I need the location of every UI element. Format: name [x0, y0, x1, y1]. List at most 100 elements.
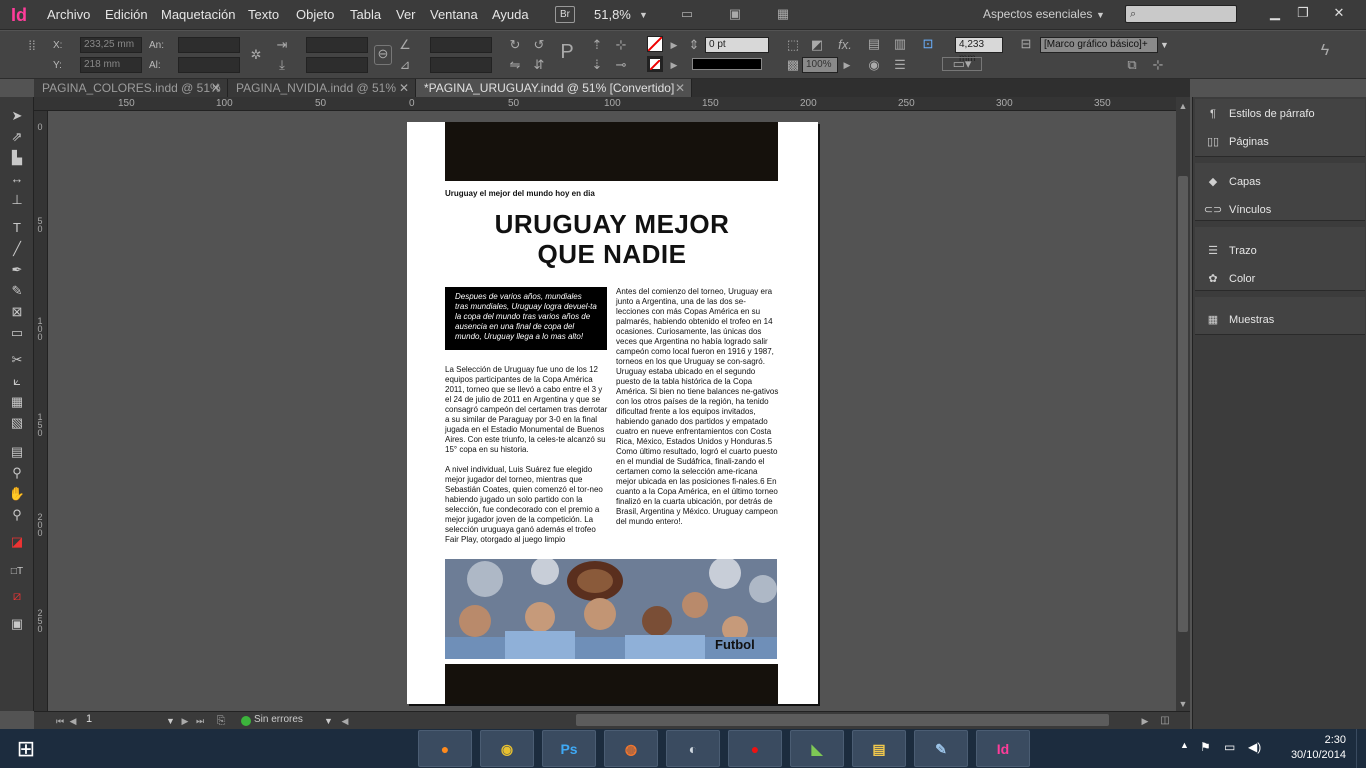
pencil-tool-icon[interactable]: ✎: [5, 282, 29, 300]
transform-gear-icon[interactable]: ✲: [248, 47, 264, 63]
page-number-field[interactable]: 1: [84, 713, 176, 727]
frame-style-dropdown-icon[interactable]: ▼: [1160, 40, 1169, 50]
panel-paragraph-styles[interactable]: ¶ Estilos de párrafo: [1203, 104, 1315, 124]
paint-icon[interactable]: ✎: [914, 730, 968, 767]
rotate-field[interactable]: [430, 37, 492, 53]
x-field[interactable]: 233,25 mm: [80, 37, 142, 53]
network-icon[interactable]: ▭: [1224, 740, 1235, 754]
stroke-weight-spinner[interactable]: ⇕: [688, 37, 700, 53]
team-celebration-photo[interactable]: Futbol: [445, 559, 777, 659]
tab-pagina-colores[interactable]: PAGINA_COLORES.indd @ 51% ✕: [34, 79, 228, 97]
preflight-dropdown-icon[interactable]: ▼: [324, 716, 333, 726]
fill-dropdown-icon[interactable]: ▶: [668, 37, 680, 53]
constrain-proportions-icon[interactable]: ⊖: [374, 45, 392, 65]
panel-pages[interactable]: ▯▯ Páginas: [1203, 132, 1269, 152]
opacity-icon[interactable]: ▩: [786, 57, 800, 73]
close-icon[interactable]: ✕: [399, 79, 409, 97]
arrange-documents-icon[interactable]: ▦: [772, 6, 794, 22]
menu-edicion[interactable]: Edición: [105, 7, 148, 22]
panel-links[interactable]: ⊂⊃ Vínculos: [1203, 200, 1271, 220]
zoom-level[interactable]: 51,8%: [594, 7, 631, 22]
scroll-right-icon[interactable]: ▶: [1140, 713, 1150, 729]
lightning-icon[interactable]: ϟ: [1316, 43, 1334, 59]
select-prev-icon[interactable]: ⇣: [590, 57, 604, 73]
frame-style-icon[interactable]: ⊟: [1018, 36, 1034, 52]
footer-bar[interactable]: [445, 664, 778, 704]
line-tool-icon[interactable]: ╱: [5, 240, 29, 258]
menu-archivo[interactable]: Archivo: [47, 7, 90, 22]
tab-pagina-uruguay[interactable]: *PAGINA_URUGUAY.indd @ 51% [Convertido] ✕: [416, 79, 692, 97]
screen-mode-icon[interactable]: ▣: [724, 6, 746, 22]
last-page-icon[interactable]: ⏭: [194, 713, 206, 729]
y-field[interactable]: 218 mm: [80, 57, 142, 73]
header-bar[interactable]: [445, 122, 778, 181]
rotate-cw-icon[interactable]: ↻: [508, 37, 522, 53]
corner-shape-selector[interactable]: ▭▾: [942, 57, 982, 71]
start-button[interactable]: ⊞: [0, 729, 52, 768]
width-field[interactable]: [178, 37, 240, 53]
gradient-swatch-tool-icon[interactable]: ▦: [5, 393, 29, 411]
vertical-scroll-thumb[interactable]: [1178, 176, 1188, 632]
preflight-status[interactable]: Sin errores: [254, 714, 303, 725]
search-input[interactable]: ⌕: [1125, 5, 1237, 23]
workspace-dropdown-icon[interactable]: ▼: [1096, 10, 1105, 20]
zoom-dropdown-icon[interactable]: ▼: [639, 10, 648, 20]
gradient-feather-tool-icon[interactable]: ▧: [5, 414, 29, 432]
next-page-icon[interactable]: ▶: [180, 713, 190, 729]
volume-icon[interactable]: ◀): [1248, 740, 1261, 754]
headline-line-1[interactable]: URUGUAY MEJOR: [457, 209, 767, 239]
split-view-icon[interactable]: ◫: [1158, 713, 1172, 729]
panel-color[interactable]: ✿ Color: [1203, 269, 1255, 289]
gap-tool-icon[interactable]: ↔: [5, 170, 29, 188]
fill-swatch[interactable]: [647, 36, 663, 52]
steam-icon[interactable]: ◐: [666, 730, 720, 767]
center-content-icon[interactable]: ◉: [866, 57, 882, 73]
stroke-dropdown-icon[interactable]: ▶: [668, 57, 680, 73]
selection-tool-icon[interactable]: ➤: [5, 107, 29, 125]
close-icon[interactable]: ✕: [211, 79, 221, 97]
kicker-text[interactable]: Uruguay el mejor del mundo hoy en dia: [445, 189, 595, 198]
stroke-weight-field[interactable]: 0 pt: [705, 37, 769, 53]
headline-line-2[interactable]: QUE NADIE: [457, 239, 767, 269]
explorer-icon[interactable]: ▤: [852, 730, 906, 767]
restore-button[interactable]: ❐: [1289, 2, 1317, 24]
system-clock[interactable]: 2:30 30/10/2014: [1274, 733, 1346, 763]
scroll-up-icon[interactable]: ▲: [1178, 98, 1188, 114]
shear-icon[interactable]: ⊿: [398, 57, 412, 73]
select-container-icon[interactable]: ⇡: [590, 37, 604, 53]
menu-ver[interactable]: Ver: [396, 7, 416, 22]
direct-selection-tool-icon[interactable]: ⇗: [5, 128, 29, 146]
left-column[interactable]: La Selección de Uruguay fue uno de los 1…: [445, 365, 608, 555]
indesign-logo[interactable]: Id: [6, 3, 32, 27]
tray-arrow-icon[interactable]: ▲: [1180, 740, 1189, 750]
flag-icon[interactable]: ⚑: [1200, 740, 1211, 754]
screen-mode-tool-icon[interactable]: ▣: [5, 615, 29, 633]
record-icon[interactable]: ●: [728, 730, 782, 767]
scale-x-field[interactable]: [306, 37, 368, 53]
view-options-icon[interactable]: ▭: [676, 6, 698, 22]
document-page[interactable]: Uruguay el mejor del mundo hoy en dia UR…: [407, 122, 818, 704]
workspace-switcher[interactable]: Aspectos esenciales: [983, 7, 1092, 21]
first-page-icon[interactable]: ⏮: [54, 713, 66, 729]
scroll-left-icon[interactable]: ◀: [340, 713, 350, 729]
type-tool-icon[interactable]: T: [5, 219, 29, 237]
select-next-icon[interactable]: ⊸: [614, 57, 628, 73]
drop-shadow-icon[interactable]: ◩: [810, 37, 824, 53]
panel-layers[interactable]: ◆ Capas: [1203, 172, 1261, 192]
shear-field[interactable]: [430, 57, 492, 73]
rectangle-frame-tool-icon[interactable]: ⊠: [5, 303, 29, 321]
menu-texto[interactable]: Texto: [248, 7, 279, 22]
menu-objeto[interactable]: Objeto: [296, 7, 334, 22]
scale-y-field[interactable]: [306, 57, 368, 73]
firefox-icon[interactable]: ●: [418, 730, 472, 767]
fill-stroke-icon[interactable]: ◪: [5, 533, 29, 551]
rotate-icon[interactable]: ∠: [398, 37, 412, 53]
flip-h-icon[interactable]: ⇋: [508, 57, 522, 73]
eyedropper-tool-icon[interactable]: ⚲: [5, 464, 29, 482]
panel-swatches[interactable]: ▦ Muestras: [1203, 310, 1274, 330]
opacity-arrow-icon[interactable]: ▶: [842, 57, 852, 73]
free-transform-tool-icon[interactable]: ⟀: [5, 372, 29, 390]
zoom-tool-icon[interactable]: ⚲: [5, 506, 29, 524]
indesign-icon[interactable]: Id: [976, 730, 1030, 767]
prev-page-icon[interactable]: ◀: [68, 713, 78, 729]
